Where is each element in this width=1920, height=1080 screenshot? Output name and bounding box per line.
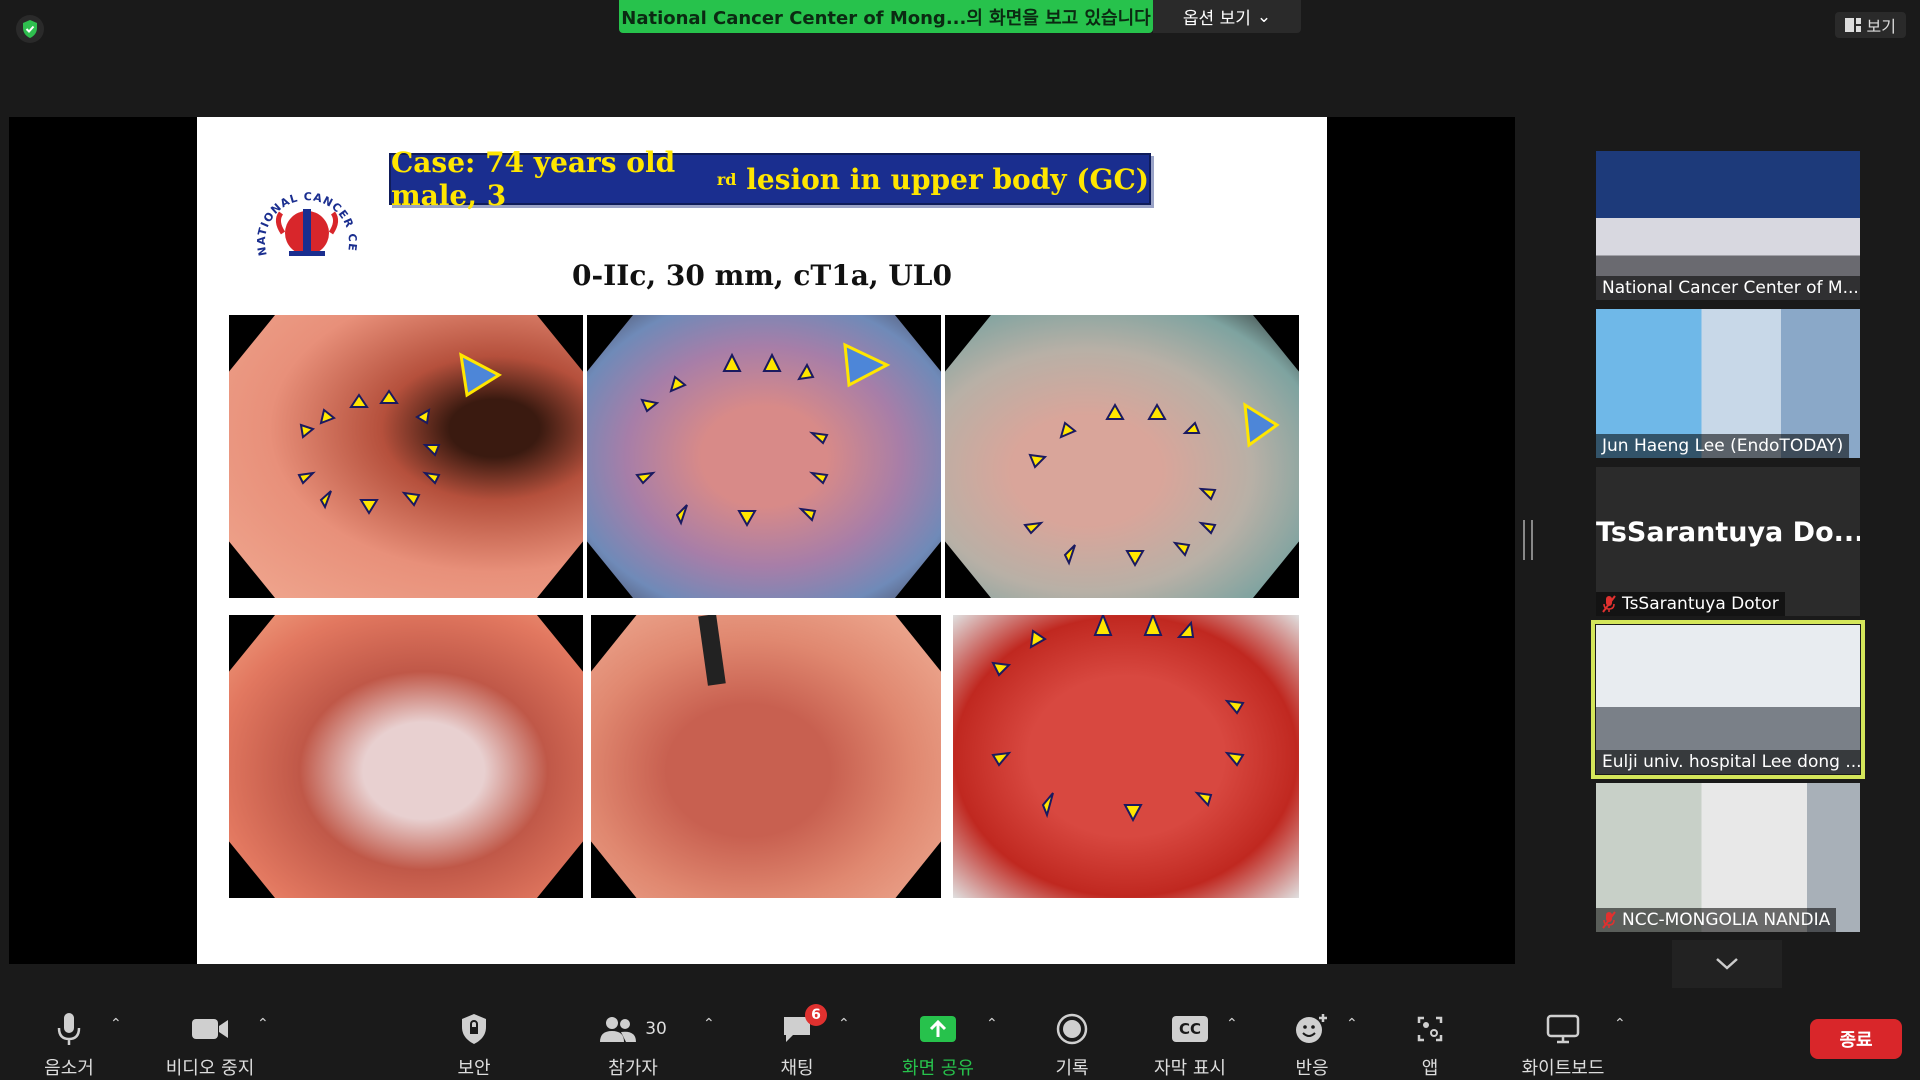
- captions-options-caret[interactable]: ⌃: [1226, 1016, 1238, 1032]
- participant-name-tag: TsSarantuya Dotor: [1596, 592, 1785, 616]
- whiteboard-icon: [1546, 1014, 1580, 1044]
- participant-name: NCC-MONGOLIA NANDIA: [1622, 910, 1831, 930]
- participants-label: 참가자: [608, 1058, 658, 1079]
- sharing-text: National Cancer Center of Mong...의 화면을 보…: [621, 7, 1151, 29]
- stop-video-button[interactable]: 비디오 중지: [160, 990, 260, 1080]
- reactions-button[interactable]: 반응: [1292, 990, 1332, 1080]
- endoscopy-image-1: [229, 315, 583, 598]
- end-label: 종료: [1839, 1030, 1873, 1051]
- participant-name-tag: NCC-MONGOLIA NANDIA: [1596, 908, 1837, 932]
- participant-tile[interactable]: NCC-MONGOLIA NANDIA: [1596, 783, 1860, 932]
- participant-display-name: TsSarantuya Do...: [1596, 517, 1860, 548]
- video-options-caret[interactable]: ⌃: [257, 1016, 269, 1032]
- panel-resize-handle[interactable]: [1523, 520, 1533, 560]
- participant-name-tag: Jun Haeng Lee (EndoTODAY): [1596, 434, 1850, 458]
- mute-label: 음소거: [44, 1058, 94, 1079]
- share-label: 화면 공유: [902, 1058, 974, 1079]
- chevron-down-icon: [1716, 958, 1738, 970]
- smiley-plus-icon: [1296, 1014, 1327, 1043]
- endoscopy-image-2: [587, 315, 941, 598]
- participants-count: 30: [645, 1019, 667, 1039]
- participant-name: Eulji univ. hospital Lee dong ...: [1602, 752, 1860, 772]
- slide-title-main: Case: 74 years old male, 3: [391, 146, 676, 212]
- slide-title: Case: 74 years old male, 3 rd lesion in u…: [389, 146, 1151, 212]
- participant-tile[interactable]: National Cancer Center of M...: [1596, 151, 1860, 300]
- participant-tile-active-speaker[interactable]: Eulji univ. hospital Lee dong ...: [1591, 620, 1865, 779]
- participant-name-tag: Eulji univ. hospital Lee dong ...: [1596, 750, 1860, 774]
- chat-button[interactable]: 6 채팅: [774, 990, 827, 1080]
- layout-icon: [1844, 18, 1861, 32]
- share-screen-icon: [920, 1016, 956, 1042]
- participants-options-caret[interactable]: ⌃: [703, 1016, 715, 1032]
- view-button[interactable]: 보기: [1834, 12, 1906, 38]
- participants-scroll-down-button[interactable]: [1672, 940, 1782, 988]
- slide-title-sup: rd: [716, 169, 737, 189]
- microphone-icon: [57, 1013, 81, 1045]
- record-label: 기록: [1055, 1058, 1089, 1079]
- participant-name: National Cancer Center of M...: [1602, 278, 1859, 298]
- apps-button[interactable]: 앱: [1414, 990, 1446, 1080]
- whiteboard-options-caret[interactable]: ⌃: [1614, 1016, 1626, 1032]
- apps-label: 앱: [1421, 1058, 1439, 1079]
- mute-options-caret[interactable]: ⌃: [110, 1016, 122, 1032]
- people-icon: [600, 1017, 637, 1042]
- chat-options-caret[interactable]: ⌃: [838, 1016, 850, 1032]
- participant-name: TsSarantuya Dotor: [1622, 594, 1779, 614]
- share-options-caret[interactable]: ⌃: [986, 1016, 998, 1032]
- meeting-toolbar: 음소거 ⌃ 비디오 중지 ⌃ 보안 30 참가자 ⌃ 6 채팅 ⌃ 화면 공유 …: [0, 990, 1920, 1080]
- mic-muted-icon: [1602, 595, 1616, 613]
- view-options-label: 옵션 보기: [1182, 9, 1251, 29]
- captions-label: 자막 표시: [1154, 1058, 1226, 1079]
- chevron-down-icon: ⌄: [1256, 6, 1272, 27]
- security-button[interactable]: 보안: [452, 990, 496, 1080]
- apps-icon: [1417, 1016, 1443, 1042]
- record-icon: [1056, 1013, 1088, 1045]
- record-button[interactable]: 기록: [1050, 990, 1094, 1080]
- participants-button[interactable]: 30 참가자: [600, 990, 667, 1080]
- chat-unread-badge: 6: [805, 1004, 827, 1026]
- reactions-label: 반응: [1295, 1058, 1329, 1079]
- view-label: 보기: [1866, 17, 1896, 36]
- shield-icon: [462, 1014, 486, 1044]
- chat-label: 채팅: [780, 1058, 814, 1079]
- video-camera-icon: [192, 1019, 228, 1039]
- security-shield-icon[interactable]: [16, 15, 44, 43]
- end-meeting-button[interactable]: 종료: [1810, 1019, 1902, 1059]
- slide-title-tail: lesion in upper body (GC): [736, 162, 1149, 196]
- participant-tile[interactable]: Jun Haeng Lee (EndoTODAY): [1596, 309, 1860, 458]
- endoscopy-image-4: [229, 615, 583, 898]
- endoscopy-image-5: [591, 615, 941, 898]
- shared-screen: NATIONAL CANCER CENTER OF MONGOLIA Case:…: [9, 117, 1515, 964]
- whiteboard-button[interactable]: 화이트보드: [1516, 990, 1610, 1080]
- presentation-slide: NATIONAL CANCER CENTER OF MONGOLIA Case:…: [197, 117, 1327, 964]
- mic-muted-icon: [1602, 911, 1616, 929]
- captions-button[interactable]: CC 자막 표시: [1150, 990, 1230, 1080]
- mute-button[interactable]: 음소거: [38, 990, 100, 1080]
- endoscopy-image-6: [953, 615, 1299, 898]
- screen-share-banner: National Cancer Center of Mong...의 화면을 보…: [619, 0, 1153, 33]
- slide-subtitle: 0-IIc, 30 mm, cT1a, UL0: [572, 259, 952, 292]
- endoscopy-image-3: [945, 315, 1299, 598]
- reactions-options-caret[interactable]: ⌃: [1346, 1016, 1358, 1032]
- participant-name: Jun Haeng Lee (EndoTODAY): [1602, 436, 1844, 456]
- video-label: 비디오 중지: [165, 1058, 255, 1079]
- whiteboard-label: 화이트보드: [1521, 1058, 1605, 1079]
- participant-tile[interactable]: TsSarantuya Do... TsSarantuya Dotor: [1596, 467, 1860, 616]
- view-options-button[interactable]: 옵션 보기 ⌄: [1153, 0, 1301, 33]
- security-label: 보안: [457, 1058, 491, 1079]
- closed-captions-icon: CC: [1172, 1016, 1208, 1042]
- participant-name-tag: National Cancer Center of M...: [1596, 276, 1860, 300]
- share-screen-button[interactable]: 화면 공유: [898, 990, 978, 1080]
